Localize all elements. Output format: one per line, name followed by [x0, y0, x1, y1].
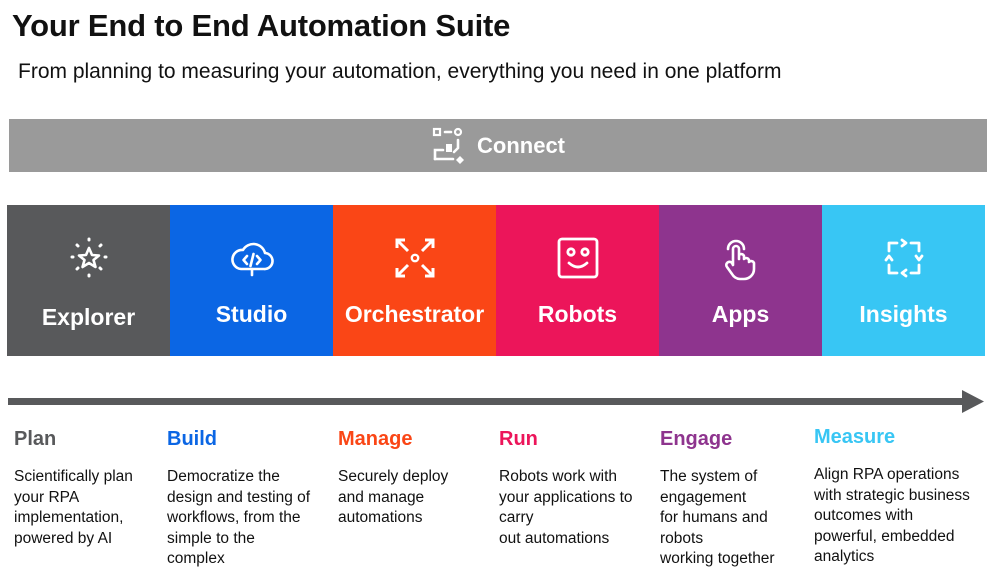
stage-plan: Plan Scientifically plan your RPA implem…	[14, 428, 174, 549]
tile-insights[interactable]: Insights	[822, 205, 985, 356]
sparkle-star-icon	[70, 237, 107, 278]
stage-title: Engage	[660, 428, 733, 450]
stage-measure: Measure Align RPA operations with strate…	[814, 426, 974, 568]
tile-robots[interactable]: Robots	[496, 205, 659, 356]
page-subtitle: From planning to measuring your automati…	[18, 60, 782, 83]
stage-title: Manage	[338, 428, 413, 450]
tile-label: Explorer	[41, 304, 136, 330]
connect-label: Connect	[477, 132, 565, 158]
tile-label: Apps	[711, 301, 770, 327]
stage-title: Measure	[814, 426, 896, 448]
stage-description: Scientifically plan your RPA implementat…	[14, 468, 133, 547]
robot-face-icon	[557, 237, 598, 279]
page-title: Your End to End Automation Suite	[12, 8, 511, 43]
stage-description: Robots work with your applications to ca…	[499, 468, 633, 547]
stage-title: Run	[499, 428, 538, 450]
connect-bar[interactable]: Connect	[9, 119, 987, 172]
stage-description: Align RPA operations with strategic busi…	[814, 466, 970, 565]
cycle-arrows-icon	[884, 238, 923, 278]
timeline-arrow	[8, 390, 984, 413]
stage-run: Run Robots work with your applications t…	[499, 428, 659, 549]
expand-arrows-icon	[395, 238, 434, 278]
stage-engage: Engage The system of engagement for huma…	[660, 428, 820, 570]
tile-explorer[interactable]: Explorer	[7, 205, 170, 356]
timeline-arrow-head	[962, 390, 984, 413]
tile-label: Robots	[537, 301, 618, 327]
stage-description: Securely deploy and manage automations	[338, 468, 449, 526]
tile-label: Studio	[215, 301, 288, 327]
tile-orchestrator[interactable]: Orchestrator	[333, 205, 496, 356]
tile-apps[interactable]: Apps	[659, 205, 822, 356]
cloud-code-icon	[230, 242, 274, 277]
stage-build: Build Democratize the design and testing…	[167, 428, 327, 570]
stage-title: Build	[167, 428, 217, 450]
stage-description: The system of engagement for humans and …	[660, 468, 775, 567]
product-tiles: Explorer Studio Orchestrator Robots Apps…	[7, 205, 985, 356]
tile-label: Orchestrator	[344, 301, 485, 327]
hand-pointer-icon	[724, 239, 755, 281]
tile-studio[interactable]: Studio	[170, 205, 333, 356]
stage-description: Democratize the design and testing of wo…	[167, 468, 311, 567]
timeline-arrow-shaft	[8, 398, 964, 405]
stage-manage: Manage Securely deploy and manage automa…	[338, 428, 498, 529]
tile-label: Insights	[859, 301, 948, 327]
workflow-nodes-icon	[432, 127, 464, 164]
stage-title: Plan	[14, 428, 57, 450]
